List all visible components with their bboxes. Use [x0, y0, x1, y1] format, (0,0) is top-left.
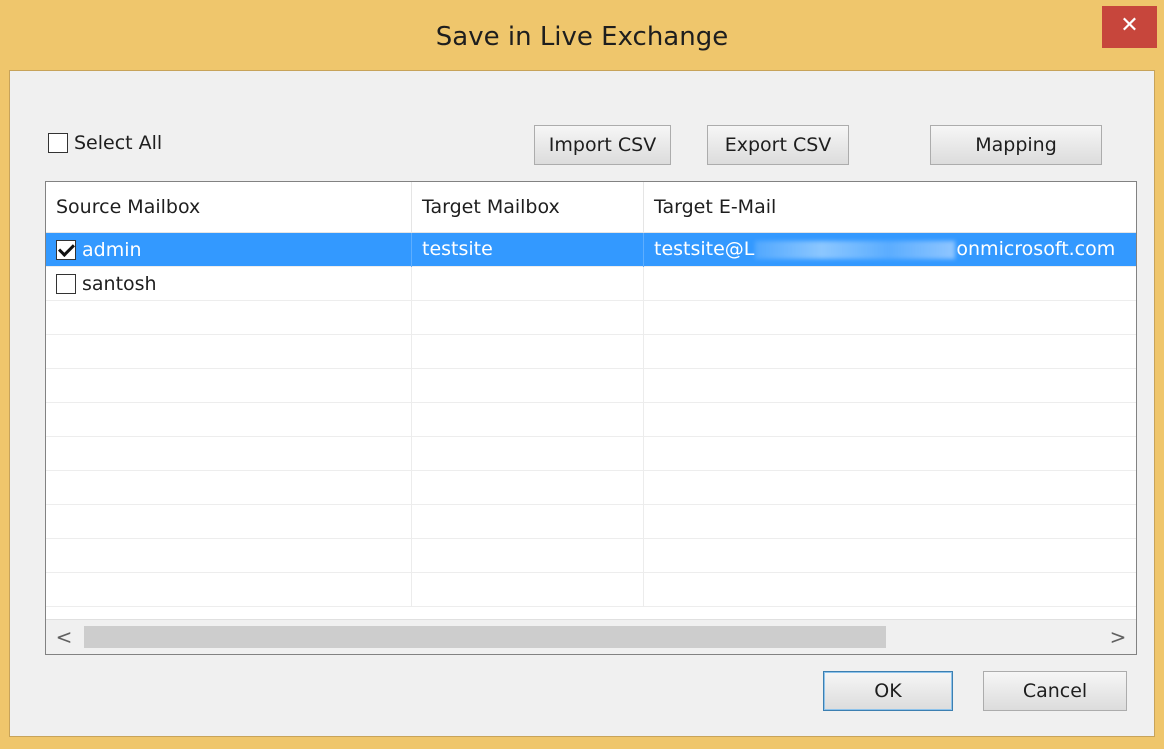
- mailbox-grid: Source Mailbox Target Mailbox Target E-M…: [45, 181, 1137, 655]
- table-row[interactable]: admin testsite testsite@L onmicrosoft.com: [46, 233, 1136, 267]
- empty-cell: [412, 335, 644, 369]
- empty-cell: [46, 369, 412, 403]
- empty-cell: [46, 471, 412, 505]
- close-icon: ✕: [1120, 13, 1139, 38]
- redacted-domain: [755, 240, 956, 259]
- empty-cell: [46, 505, 412, 539]
- empty-cell: [46, 403, 412, 437]
- ok-button[interactable]: OK: [823, 671, 953, 711]
- empty-cell: [46, 573, 412, 607]
- empty-row: [46, 505, 1136, 539]
- row-checkbox[interactable]: [56, 240, 76, 260]
- empty-cell: [46, 437, 412, 471]
- empty-cell: [412, 471, 644, 505]
- empty-cell: [644, 301, 1136, 335]
- empty-cell: [412, 505, 644, 539]
- title-bar[interactable]: Save in Live Exchange ✕: [0, 0, 1164, 78]
- empty-cell: [412, 437, 644, 471]
- empty-row: [46, 471, 1136, 505]
- cell-target-mailbox[interactable]: testsite: [412, 233, 644, 267]
- cell-source-mailbox[interactable]: admin: [46, 233, 412, 267]
- column-header-target-mailbox[interactable]: Target Mailbox: [412, 182, 644, 232]
- empty-row: [46, 301, 1136, 335]
- table-row[interactable]: santosh: [46, 267, 1136, 301]
- empty-cell: [412, 539, 644, 573]
- empty-cell: [412, 573, 644, 607]
- scroll-right-icon[interactable]: >: [1100, 620, 1136, 654]
- horizontal-scrollbar[interactable]: < >: [46, 619, 1136, 654]
- empty-cell: [46, 335, 412, 369]
- grid-rows: admin testsite testsite@L onmicrosoft.com sa…: [46, 233, 1136, 607]
- close-button[interactable]: ✕: [1102, 6, 1157, 48]
- dialog-body: Select All Import CSV Export CSV Mapping…: [9, 70, 1155, 737]
- empty-row: [46, 539, 1136, 573]
- empty-cell: [412, 369, 644, 403]
- empty-cell: [644, 505, 1136, 539]
- empty-cell: [644, 573, 1136, 607]
- scrollbar-thumb[interactable]: [84, 626, 886, 648]
- email-suffix: onmicrosoft.com: [956, 238, 1116, 260]
- empty-row: [46, 437, 1136, 471]
- empty-cell: [644, 335, 1136, 369]
- grid-header: Source Mailbox Target Mailbox Target E-M…: [46, 182, 1136, 233]
- dialog-window: Save in Live Exchange ✕ Select All Impor…: [0, 0, 1164, 749]
- select-all-checkbox-box[interactable]: [48, 133, 68, 153]
- source-mailbox-label: admin: [82, 238, 142, 261]
- cell-source-mailbox[interactable]: santosh: [46, 267, 412, 301]
- select-all-checkbox[interactable]: Select All: [48, 132, 162, 154]
- dialog-title: Save in Live Exchange: [435, 22, 729, 52]
- cell-target-email[interactable]: [644, 267, 1136, 301]
- scroll-left-icon[interactable]: <: [46, 620, 82, 654]
- empty-cell: [644, 403, 1136, 437]
- import-csv-button[interactable]: Import CSV: [534, 125, 671, 165]
- empty-cell: [644, 539, 1136, 573]
- cell-target-email[interactable]: testsite@L onmicrosoft.com: [644, 233, 1136, 267]
- column-header-target-email[interactable]: Target E-Mail: [644, 182, 1134, 232]
- export-csv-button[interactable]: Export CSV: [707, 125, 849, 165]
- mapping-button[interactable]: Mapping: [930, 125, 1102, 165]
- source-mailbox-label: santosh: [82, 272, 157, 295]
- empty-cell: [644, 369, 1136, 403]
- empty-cell: [412, 301, 644, 335]
- empty-row: [46, 403, 1136, 437]
- empty-cell: [46, 539, 412, 573]
- empty-row: [46, 573, 1136, 607]
- cancel-button[interactable]: Cancel: [983, 671, 1127, 711]
- empty-row: [46, 335, 1136, 369]
- email-prefix: testsite@L: [654, 238, 755, 260]
- row-checkbox[interactable]: [56, 274, 76, 294]
- empty-row: [46, 369, 1136, 403]
- select-all-label: Select All: [74, 132, 163, 154]
- empty-cell: [46, 301, 412, 335]
- cell-target-mailbox[interactable]: [412, 267, 644, 301]
- empty-cell: [644, 471, 1136, 505]
- empty-cell: [412, 403, 644, 437]
- column-header-source-mailbox[interactable]: Source Mailbox: [46, 182, 412, 232]
- empty-cell: [644, 437, 1136, 471]
